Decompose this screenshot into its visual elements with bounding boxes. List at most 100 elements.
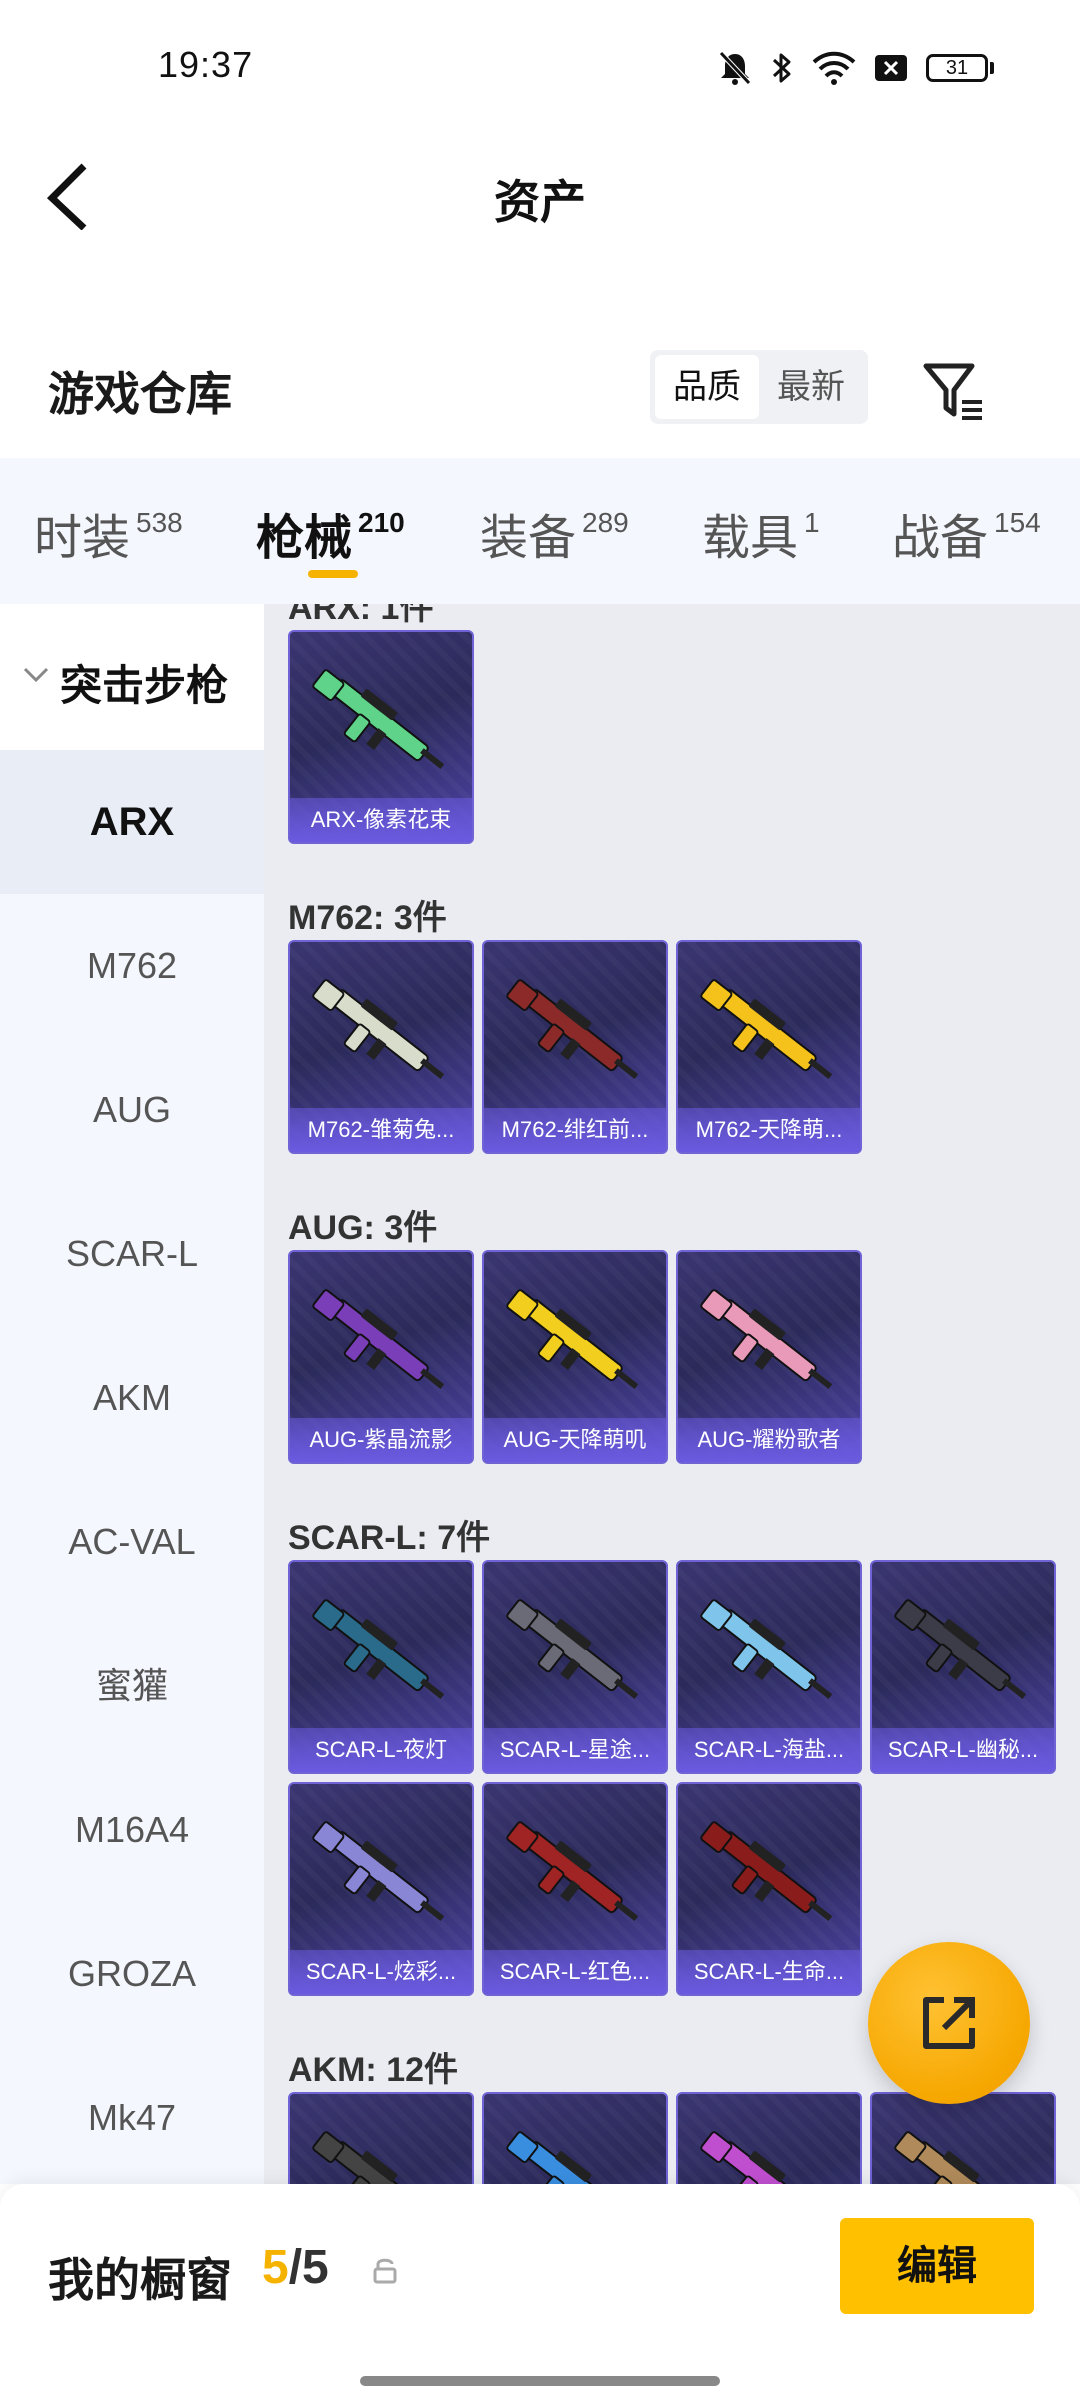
sidebar-item-aug[interactable]: AUG	[0, 1038, 264, 1182]
weapon-skin-card[interactable]: M762-雏菊兔...	[288, 940, 474, 1154]
weapon-skin-label: SCAR-L-海盐...	[678, 1728, 860, 1772]
weapon-skin-card[interactable]: SCAR-L-红色...	[482, 1782, 668, 1996]
tab-active-indicator	[308, 570, 358, 578]
rifle-icon	[312, 669, 445, 769]
rifle-icon	[894, 1599, 1027, 1699]
showcase-count: 5/5	[262, 2240, 329, 2295]
showcase-current: 5	[262, 2241, 289, 2294]
filter-icon	[923, 363, 982, 420]
tab-firearms[interactable]: 枪械 210	[256, 498, 405, 568]
tab-count: 210	[358, 507, 405, 538]
weapon-skin-card[interactable]	[870, 2092, 1056, 2184]
showcase-total: /5	[288, 2241, 329, 2294]
weapon-skin-card[interactable]: SCAR-L-幽秘...	[870, 1560, 1056, 1774]
sidebar-item-mk47[interactable]: Mk47	[0, 2046, 264, 2184]
rifle-icon	[312, 1289, 445, 1389]
filter-button[interactable]	[918, 356, 988, 426]
weapon-skin-label: SCAR-L-夜灯	[290, 1728, 472, 1772]
weapon-skin-label: AUG-紫晶流影	[290, 1418, 472, 1462]
rifle-icon	[506, 2131, 623, 2184]
tab-vehicles[interactable]: 载具 1	[702, 498, 820, 568]
sort-quality-option[interactable]: 品质	[655, 355, 759, 419]
battery-icon: 31	[926, 54, 994, 82]
lock-icon	[373, 2258, 397, 2284]
tab-label: 战备	[892, 512, 989, 565]
tab-label: 枪械	[256, 512, 353, 565]
weapon-skin-card[interactable]	[288, 2092, 474, 2184]
warehouse-header: 游戏仓库 品质 最新	[0, 340, 1080, 440]
sidebar-item-ac-val[interactable]: AC-VAL	[0, 1470, 264, 1614]
sidebar-item-arx[interactable]: ARX	[0, 750, 264, 894]
weapon-skin-card[interactable]: SCAR-L-夜灯	[288, 1560, 474, 1774]
tab-label: 时装	[34, 512, 131, 565]
weapon-skin-card[interactable]	[482, 2092, 668, 2184]
sidebar-item-honey-badger[interactable]: 蜜獾	[0, 1614, 264, 1758]
rifle-icon	[312, 1821, 445, 1921]
weapon-skin-label: SCAR-L-生命...	[678, 1950, 860, 1994]
weapon-skin-label: AUG-耀粉歌者	[678, 1418, 860, 1462]
weapon-skin-card[interactable]: AUG-天降萌叽	[482, 1250, 668, 1464]
section-title: ARX: 1件	[288, 604, 434, 627]
chevron-down-icon	[23, 667, 49, 683]
header: 资产	[0, 130, 1080, 260]
weapon-skin-label: M762-天降萌...	[678, 1108, 860, 1152]
rifle-icon	[894, 2131, 1011, 2184]
sidebar-item-m762[interactable]: M762	[0, 894, 264, 1038]
weapon-skin-label: ARX-像素花束	[290, 798, 472, 842]
sidebar-item-m16a4[interactable]: M16A4	[0, 1758, 264, 1902]
sidebar-item-akm[interactable]: AKM	[0, 1326, 264, 1470]
showcase-bar: 我的橱窗 5/5 编辑	[0, 2184, 1080, 2400]
sort-toggle: 品质 最新	[650, 350, 868, 424]
rifle-icon	[700, 1599, 833, 1699]
rifle-icon	[700, 2131, 817, 2184]
sidebar-group-label: 突击步枪	[60, 662, 229, 709]
sim-blocked-icon	[875, 55, 907, 81]
sidebar-item-scar-l[interactable]: SCAR-L	[0, 1182, 264, 1326]
rifle-icon	[506, 1289, 639, 1389]
weapon-skin-card[interactable]: AUG-耀粉歌者	[676, 1250, 862, 1464]
weapon-skin-card[interactable]	[676, 2092, 862, 2184]
tab-count: 154	[994, 507, 1041, 538]
home-indicator[interactable]	[360, 2376, 720, 2386]
rifle-icon	[700, 1289, 833, 1389]
warehouse-title: 游戏仓库	[48, 368, 232, 420]
tab-supplies[interactable]: 战备 154	[892, 498, 1041, 568]
share-fab-button[interactable]	[868, 1942, 1030, 2104]
weapon-skin-card[interactable]: SCAR-L-生命...	[676, 1782, 862, 1996]
showcase-title: 我的橱窗	[48, 2254, 232, 2306]
weapon-skin-card[interactable]: SCAR-L-海盐...	[676, 1560, 862, 1774]
sidebar-group-assault-rifles[interactable]: 突击步枪	[0, 604, 264, 750]
share-external-icon	[923, 1997, 975, 2049]
weapon-skin-card[interactable]: AUG-紫晶流影	[288, 1250, 474, 1464]
weapon-skin-card[interactable]: ARX-像素花束	[288, 630, 474, 844]
rifle-icon	[312, 1599, 445, 1699]
sidebar-item-groza[interactable]: GROZA	[0, 1902, 264, 2046]
tab-fashion[interactable]: 时装 538	[34, 498, 183, 568]
rifle-icon	[700, 979, 833, 1079]
weapon-skin-card[interactable]: M762-绯红前...	[482, 940, 668, 1154]
status-icons: 31	[718, 50, 994, 86]
rifle-icon	[506, 979, 639, 1079]
rifle-icon	[700, 1821, 833, 1921]
weapon-skin-label: SCAR-L-炫彩...	[290, 1950, 472, 1994]
tab-equipment[interactable]: 装备 289	[480, 498, 629, 568]
weapon-skin-card[interactable]: SCAR-L-星途...	[482, 1560, 668, 1774]
tab-count: 1	[804, 507, 820, 538]
page-title: 资产	[494, 176, 586, 228]
status-bar: 19:37 31	[0, 0, 1080, 120]
rifle-icon	[506, 1599, 639, 1699]
rifle-icon	[312, 979, 445, 1079]
edit-showcase-button[interactable]: 编辑	[840, 2218, 1034, 2314]
tab-label: 载具	[702, 512, 799, 565]
weapon-skin-label: AUG-天降萌叽	[484, 1418, 666, 1462]
weapon-skin-card[interactable]: M762-天降萌...	[676, 940, 862, 1154]
bluetooth-icon	[772, 53, 791, 83]
tab-label: 装备	[480, 512, 577, 565]
mute-bell-icon	[719, 51, 751, 85]
rifle-icon	[312, 2131, 429, 2184]
section-title: SCAR-L: 7件	[288, 1519, 491, 1557]
tab-count: 538	[136, 507, 183, 538]
sort-newest-option[interactable]: 最新	[759, 355, 863, 419]
section-title: AKM: 12件	[288, 2051, 459, 2089]
weapon-skin-card[interactable]: SCAR-L-炫彩...	[288, 1782, 474, 1996]
